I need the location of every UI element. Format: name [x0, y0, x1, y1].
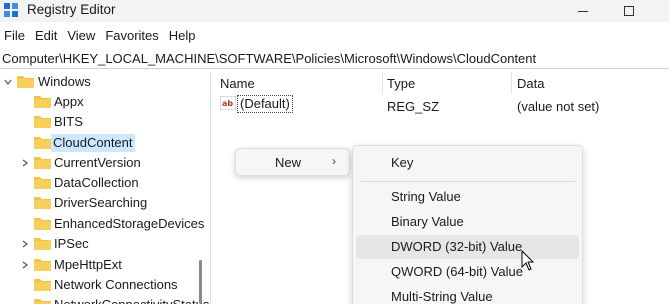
tree-item-driversearching[interactable]: DriverSearching: [0, 193, 210, 213]
value-name-default[interactable]: (Default): [237, 95, 293, 113]
tree-item-label: Appx: [54, 94, 84, 109]
tree-item-label: Windows: [38, 74, 91, 89]
folder-icon: [17, 76, 34, 88]
folder-icon: [34, 177, 51, 189]
address-bar[interactable]: Computer\HKEY_LOCAL_MACHINE\SOFTWARE\Pol…: [0, 49, 669, 69]
maximize-icon: [624, 6, 634, 16]
tree-item-enhancedstoragedevices[interactable]: EnhancedStorageDevices: [0, 214, 210, 234]
submenu-item-multi-string-value[interactable]: Multi-String Value: [356, 285, 579, 304]
tree-item-label: EnhancedStorageDevices: [54, 216, 205, 231]
tree-item-currentversion[interactable]: CurrentVersion: [0, 153, 210, 173]
chevron-down-icon[interactable]: [3, 77, 13, 87]
folder-icon: [34, 238, 51, 250]
submenu-item-qword-value[interactable]: QWORD (64-bit) Value: [356, 260, 579, 284]
tree-scrollbar-thumb[interactable]: [199, 260, 202, 304]
column-divider[interactable]: [511, 72, 512, 94]
tree-item-ipsec[interactable]: IPSec: [0, 234, 210, 254]
folder-icon: [34, 157, 51, 169]
folder-icon: [34, 279, 51, 291]
value-data: (value not set): [517, 99, 600, 114]
tree-item-label: CloudContent: [51, 134, 135, 152]
tree-item-label: CurrentVersion: [54, 155, 141, 170]
minimize-button[interactable]: [560, 0, 606, 22]
folder-icon: [34, 299, 51, 304]
tree-item-label: IPSec: [54, 236, 89, 251]
folder-icon: [34, 96, 51, 108]
menu-file[interactable]: File: [0, 26, 30, 46]
submenu-item-dword-value[interactable]: DWORD (32-bit) Value: [356, 235, 579, 259]
registry-editor-icon: [4, 3, 18, 17]
tree-item-mpehttpext[interactable]: MpeHttpExt: [0, 255, 210, 275]
tree-item-label: DriverSearching: [54, 195, 148, 210]
column-header-type[interactable]: Type: [387, 76, 415, 91]
tree-item-networkconnectivitystatusindicator[interactable]: NetworkConnectivityStatusIndicator: [0, 295, 210, 304]
folder-icon: [34, 197, 51, 209]
svg-text:ab: ab: [222, 99, 233, 108]
menu-bar: File Edit View Favorites Help: [0, 26, 669, 46]
context-menu: New ›: [235, 148, 350, 176]
folder-icon: [34, 116, 51, 128]
tree-item-windows[interactable]: Windows: [0, 72, 210, 92]
chevron-right-icon[interactable]: [20, 260, 30, 270]
tree-item-label: MpeHttpExt: [54, 257, 122, 272]
string-value-icon: ab: [220, 96, 236, 110]
submenu-item-binary-value[interactable]: Binary Value: [356, 210, 579, 234]
tree-item-datacollection[interactable]: DataCollection: [0, 173, 210, 193]
new-submenu: Key String Value Binary Value DWORD (32-…: [352, 145, 583, 304]
tree-item-label: NetworkConnectivityStatusIndicator: [52, 296, 210, 304]
registry-tree: Windows Appx BITS CloudContent CurrentVe…: [0, 72, 211, 304]
title-bar: Registry Editor: [0, 0, 669, 22]
chevron-right-icon[interactable]: [20, 158, 30, 168]
chevron-right-icon[interactable]: [20, 239, 30, 249]
column-divider[interactable]: [382, 72, 383, 94]
menu-help[interactable]: Help: [164, 26, 201, 46]
tree-item-label: BITS: [54, 114, 83, 129]
tree-item-network-connections[interactable]: Network Connections: [0, 275, 210, 295]
tree-item-cloudcontent[interactable]: CloudContent: [0, 133, 210, 153]
folder-icon: [34, 218, 51, 230]
minimize-icon: [578, 10, 588, 12]
submenu-item-string-value[interactable]: String Value: [356, 185, 579, 209]
value-type: REG_SZ: [387, 99, 440, 114]
chevron-right-icon: ›: [332, 154, 336, 168]
context-menu-new[interactable]: New: [275, 155, 301, 170]
menu-edit[interactable]: Edit: [30, 26, 62, 46]
window-title: Registry Editor: [27, 2, 116, 17]
tree-item-bits[interactable]: BITS: [0, 112, 210, 132]
column-header-name[interactable]: Name: [220, 76, 255, 91]
folder-icon: [34, 259, 51, 271]
menu-view[interactable]: View: [62, 26, 100, 46]
menu-favorites[interactable]: Favorites: [100, 26, 163, 46]
folder-icon: [34, 137, 51, 149]
maximize-button[interactable]: [606, 0, 652, 22]
column-header-data[interactable]: Data: [517, 76, 544, 91]
mouse-pointer-icon: [521, 250, 535, 271]
submenu-separator: [361, 181, 575, 182]
submenu-item-key[interactable]: Key: [356, 151, 579, 175]
tree-item-appx[interactable]: Appx: [0, 92, 210, 112]
tree-item-label: DataCollection: [54, 175, 139, 190]
tree-item-label: Network Connections: [54, 277, 178, 292]
